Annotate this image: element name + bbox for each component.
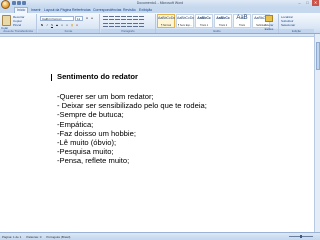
text-cursor [51, 74, 52, 81]
ribbon: Colar Recortar Copiar Pincel Área de Tra… [0, 13, 320, 34]
style-heading-2[interactable]: AaBbCc Título 2 [214, 14, 232, 28]
document-line: -Empática; [57, 119, 94, 129]
style-sample: AaBbCc [216, 16, 230, 20]
document-lines: -Querer ser um bom redator; - Deixar ser… [57, 92, 207, 166]
scrollbar-thumb[interactable] [316, 42, 320, 70]
editing-group-label: Edição [279, 29, 314, 33]
align-buttons [103, 23, 144, 27]
document-line: -Sempre de butuca; [57, 110, 124, 120]
clipboard-group: Colar Recortar Copiar Pincel Área de Tra… [0, 14, 37, 33]
paste-icon[interactable] [2, 15, 11, 26]
shrink-font-icon[interactable]: a [90, 16, 94, 20]
font-size-select[interactable]: 11 [75, 16, 83, 21]
borders-icon[interactable] [139, 23, 144, 27]
align-right-icon[interactable] [115, 23, 120, 27]
style-no-spacing[interactable]: AaBbCcDc ¶ Sem Esp... [176, 14, 194, 28]
change-styles-label: Alterar Estilos [264, 23, 274, 31]
superscript-icon[interactable]: x [65, 23, 69, 27]
document-line: -Pesquisa muito; [57, 147, 114, 157]
style-sample: AaB [236, 15, 248, 21]
window-controls: – □ ✕ [296, 0, 319, 6]
maximize-button[interactable]: □ [304, 0, 311, 6]
vertical-scrollbar[interactable] [314, 34, 320, 232]
document-line: - Deixar ser sensibilizado pelo que te r… [57, 101, 207, 111]
style-name: Título 2 [218, 24, 228, 27]
select-button[interactable]: Selecionar [281, 23, 295, 27]
style-heading-1[interactable]: AaBbCc Título 1 [195, 14, 213, 28]
font-color-icon[interactable]: A [75, 23, 79, 27]
document-line: -Pensa, reflete muito; [57, 156, 130, 166]
zoom-knob[interactable] [300, 235, 302, 238]
document-body[interactable]: Sentimento do redator -Querer ser um bom… [57, 72, 207, 166]
change-styles-button[interactable]: Alterar Estilos [262, 15, 276, 31]
paragraph-group: Parágrafo [101, 14, 156, 33]
font-group-label: Fonte [38, 29, 99, 33]
style-name: ¶ Normal [160, 24, 172, 27]
document-line: -Faz doisso um hobbie; [57, 128, 136, 138]
decrease-indent-icon[interactable] [121, 16, 126, 20]
show-marks-icon[interactable] [139, 16, 144, 20]
style-sample: AaBbCcDc [177, 16, 195, 20]
grow-font-icon[interactable]: A [85, 16, 89, 20]
strikethrough-icon[interactable]: a [55, 23, 59, 27]
styles-group-label: Estilo [156, 29, 278, 33]
change-styles-icon [265, 15, 273, 22]
office-button[interactable] [1, 0, 10, 9]
align-left-icon[interactable] [103, 23, 108, 27]
style-title[interactable]: AaB Título [233, 14, 251, 28]
list-buttons [103, 16, 144, 20]
word-count[interactable]: Palavras: 0 [26, 235, 41, 239]
bold-icon[interactable]: N [40, 23, 44, 27]
align-center-icon[interactable] [109, 23, 114, 27]
status-bar: Página: 1 de 1 Palavras: 0 Português (Br… [0, 232, 320, 240]
font-size-buttons: A a [85, 16, 94, 20]
document-heading: Sentimento do redator [57, 72, 139, 81]
language-indicator[interactable]: Português (Brasil) [46, 235, 70, 239]
title-bar: Documento1 - Microsoft Word – □ ✕ [0, 0, 320, 9]
subscript-icon[interactable]: x [60, 23, 64, 27]
style-sample: AaBbCcDc [158, 16, 176, 20]
multilevel-list-icon[interactable] [115, 16, 120, 20]
window-title: Documento1 - Microsoft Word [136, 1, 184, 5]
minimize-button[interactable]: – [296, 0, 303, 6]
close-button[interactable]: ✕ [312, 0, 319, 6]
increase-indent-icon[interactable] [127, 16, 132, 20]
clipboard-group-label: Área de Transferência [0, 29, 36, 33]
style-name: Título 1 [199, 24, 209, 27]
highlight-icon[interactable]: ▮ [70, 23, 74, 27]
italic-icon[interactable]: I [45, 23, 49, 27]
zoom-slider[interactable] [286, 235, 316, 238]
style-sample: AaBbCc [197, 16, 211, 20]
styles-gallery: AaBbCcDc ¶ Normal AaBbCcDc ¶ Sem Esp... … [157, 14, 270, 28]
style-name: Título [238, 24, 246, 27]
justify-icon[interactable] [121, 23, 126, 27]
font-group: Calibri (Corpo) 11 A a N I S a x x ▮ A F… [38, 14, 100, 33]
line-spacing-icon[interactable] [127, 23, 132, 27]
document-line: -Querer ser um bom redator; [57, 92, 154, 101]
format-painter-button[interactable]: Pincel [13, 23, 21, 27]
bullets-icon[interactable] [103, 16, 108, 20]
underline-icon[interactable]: S [50, 23, 54, 27]
style-name: ¶ Sem Esp... [177, 24, 193, 27]
style-normal[interactable]: AaBbCcDc ¶ Normal [157, 14, 175, 28]
page-count[interactable]: Página: 1 de 1 [2, 235, 21, 239]
format-buttons: N I S a x x ▮ A [40, 23, 79, 27]
shading-icon[interactable] [133, 23, 138, 27]
font-name-select[interactable]: Calibri (Corpo) [40, 16, 74, 21]
paragraph-group-label: Parágrafo [101, 29, 155, 33]
sort-icon[interactable] [133, 16, 138, 20]
document-line: -Lê muito (óbvio); [57, 138, 117, 148]
numbering-icon[interactable] [109, 16, 114, 20]
